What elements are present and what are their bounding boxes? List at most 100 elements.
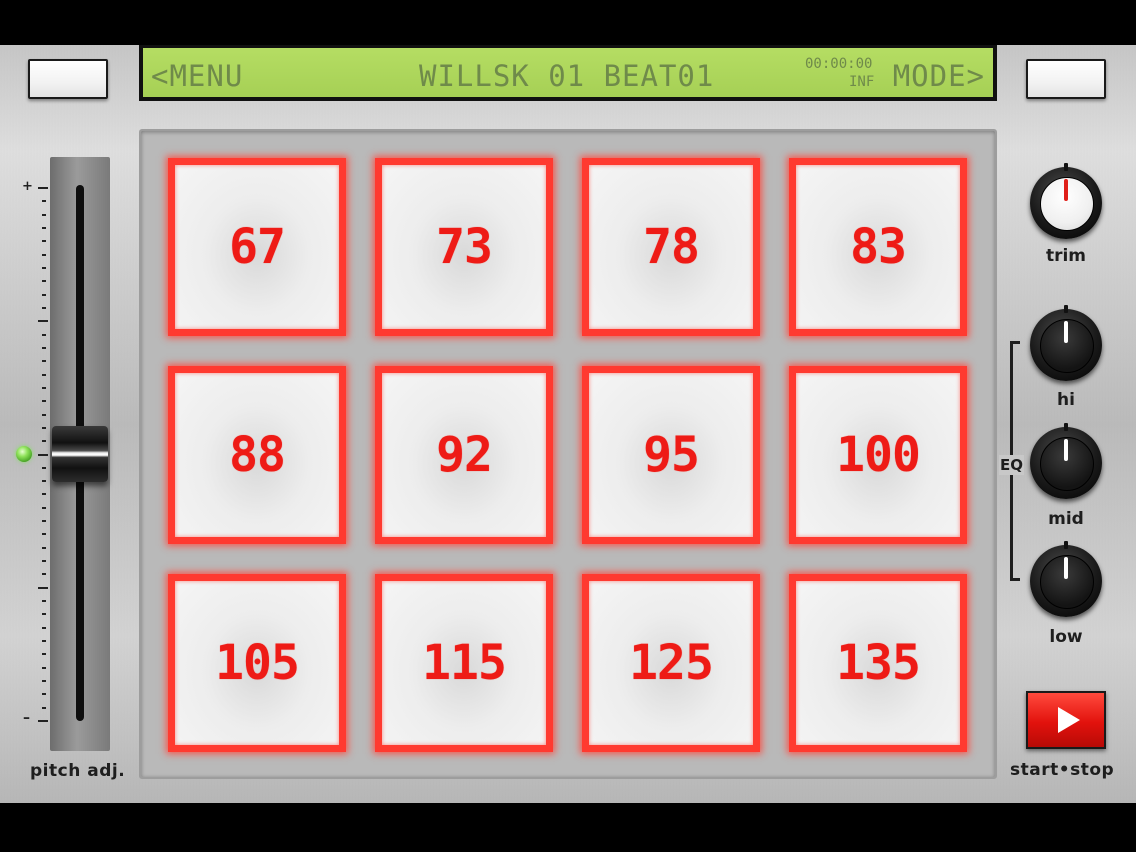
trim-label: trim [1045,246,1087,266]
pitch-scale-tick [42,440,46,443]
pitch-plus-label: + [22,179,33,194]
pitch-scale-tick [42,400,46,403]
pitch-scale-tick [42,360,46,363]
pitch-scale-tick [42,240,46,243]
hi-knob-marker [1064,305,1068,313]
drum-pad[interactable]: 92 [375,366,553,544]
loop-indicator: INF [849,74,875,90]
pitch-scale-tick [42,426,46,429]
drum-machine-panel: <MENU WILLSK 01 BEAT01 00:00:00 INF MODE… [0,45,1136,803]
mode-button[interactable]: MODE> [893,62,985,91]
pitch-scale-tick [38,320,48,323]
trim-knob-indicator [1064,179,1068,201]
pitch-scale-tick [42,546,46,549]
pitch-scale-tick [42,640,46,643]
drum-pad[interactable]: 83 [789,158,967,336]
mid-eq-knob[interactable] [1030,423,1102,499]
drum-pad[interactable]: 88 [168,366,346,544]
low-eq-knob[interactable] [1030,541,1102,617]
pitch-scale-tick [42,693,46,696]
drum-pad[interactable]: 100 [789,366,967,544]
pitch-scale-tick [42,253,46,256]
pad-label: 105 [215,635,300,691]
drum-pad[interactable]: 67 [168,158,346,336]
pitch-scale-tick [42,200,46,203]
pitch-scale-tick [42,346,46,349]
hi-eq-knob[interactable] [1030,305,1102,381]
pad-label: 100 [836,427,921,483]
drum-pad[interactable]: 73 [375,158,553,336]
pitch-scale-tick [42,573,46,576]
drum-pad[interactable]: 135 [789,574,967,752]
trim-knob-marker [1064,163,1068,171]
pitch-scale-tick [42,706,46,709]
pitch-scale-tick [42,373,46,376]
hi-knob-indicator [1064,321,1068,343]
pitch-scale-tick [42,613,46,616]
pitch-scale-tick [42,213,46,216]
pitch-scale-tick [42,680,46,683]
pitch-scale-tick [38,453,48,456]
pitch-scale-tick [42,560,46,563]
drum-pad[interactable]: 78 [582,158,760,336]
pitch-center-led [16,446,32,462]
right-panel-button[interactable] [1026,59,1106,99]
pitch-scale-tick [38,720,48,722]
hi-label: hi [1057,390,1075,410]
pitch-adj-label: pitch adj. [30,761,126,781]
low-knob-marker [1064,541,1068,549]
drum-pad[interactable]: 115 [375,574,553,752]
pitch-scale-tick [42,413,46,416]
pitch-scale-tick [42,626,46,629]
pitch-scale-tick [42,306,46,309]
lcd-screen: <MENU WILLSK 01 BEAT01 00:00:00 INF MODE… [143,48,993,97]
pitch-scale-tick [38,586,48,589]
pad-label: 88 [229,427,286,483]
pitch-fader-handle[interactable] [52,425,108,482]
pitch-scale-tick [38,187,48,189]
beat-title: WILLSK 01 BEAT01 [419,59,715,93]
pad-label: 135 [836,635,921,691]
pad-label: 67 [229,219,286,275]
drum-pad[interactable]: 125 [582,574,760,752]
play-icon [1058,707,1080,733]
pitch-scale-tick [42,226,46,229]
pad-label: 78 [643,219,700,275]
start-stop-label: start•stop [1010,760,1115,780]
eq-label: EQ [999,455,1024,475]
trim-knob[interactable] [1030,163,1102,239]
pitch-scale-tick [42,506,46,509]
pad-label: 73 [436,219,493,275]
pad-label: 83 [850,219,907,275]
pad-label: 125 [629,635,714,691]
pitch-scale-tick [42,600,46,603]
mid-label: mid [1048,509,1084,529]
start-stop-button[interactable] [1026,691,1106,749]
pad-grid: 67 73 78 83 88 92 95 100 105 115 125 135 [139,129,997,779]
left-panel-button[interactable] [28,59,108,99]
pitch-scale-tick [42,280,46,283]
drum-pad[interactable]: 105 [168,574,346,752]
drum-pad[interactable]: 95 [582,366,760,544]
pitch-scale-tick [42,653,46,656]
lcd-display: <MENU WILLSK 01 BEAT01 00:00:00 INF MODE… [139,45,997,101]
time-readout: 00:00:00 [805,56,873,72]
mid-knob-marker [1064,423,1068,431]
pitch-scale-tick [42,266,46,269]
mid-knob-indicator [1064,439,1068,461]
low-label: low [1049,627,1083,647]
pitch-minus-label: – [23,710,30,726]
pitch-scale-tick [42,520,46,523]
pitch-scale-tick [42,466,46,469]
pitch-scale-tick [42,493,46,496]
pad-label: 95 [643,427,700,483]
pad-label: 115 [422,635,507,691]
pitch-scale-tick [42,480,46,483]
pad-label: 92 [436,427,493,483]
pitch-scale-tick [42,293,46,296]
pitch-scale-tick [42,333,46,336]
pitch-scale-tick [42,533,46,536]
pitch-scale-tick [42,666,46,669]
pitch-scale-tick [42,386,46,389]
menu-button[interactable]: <MENU [151,62,243,91]
